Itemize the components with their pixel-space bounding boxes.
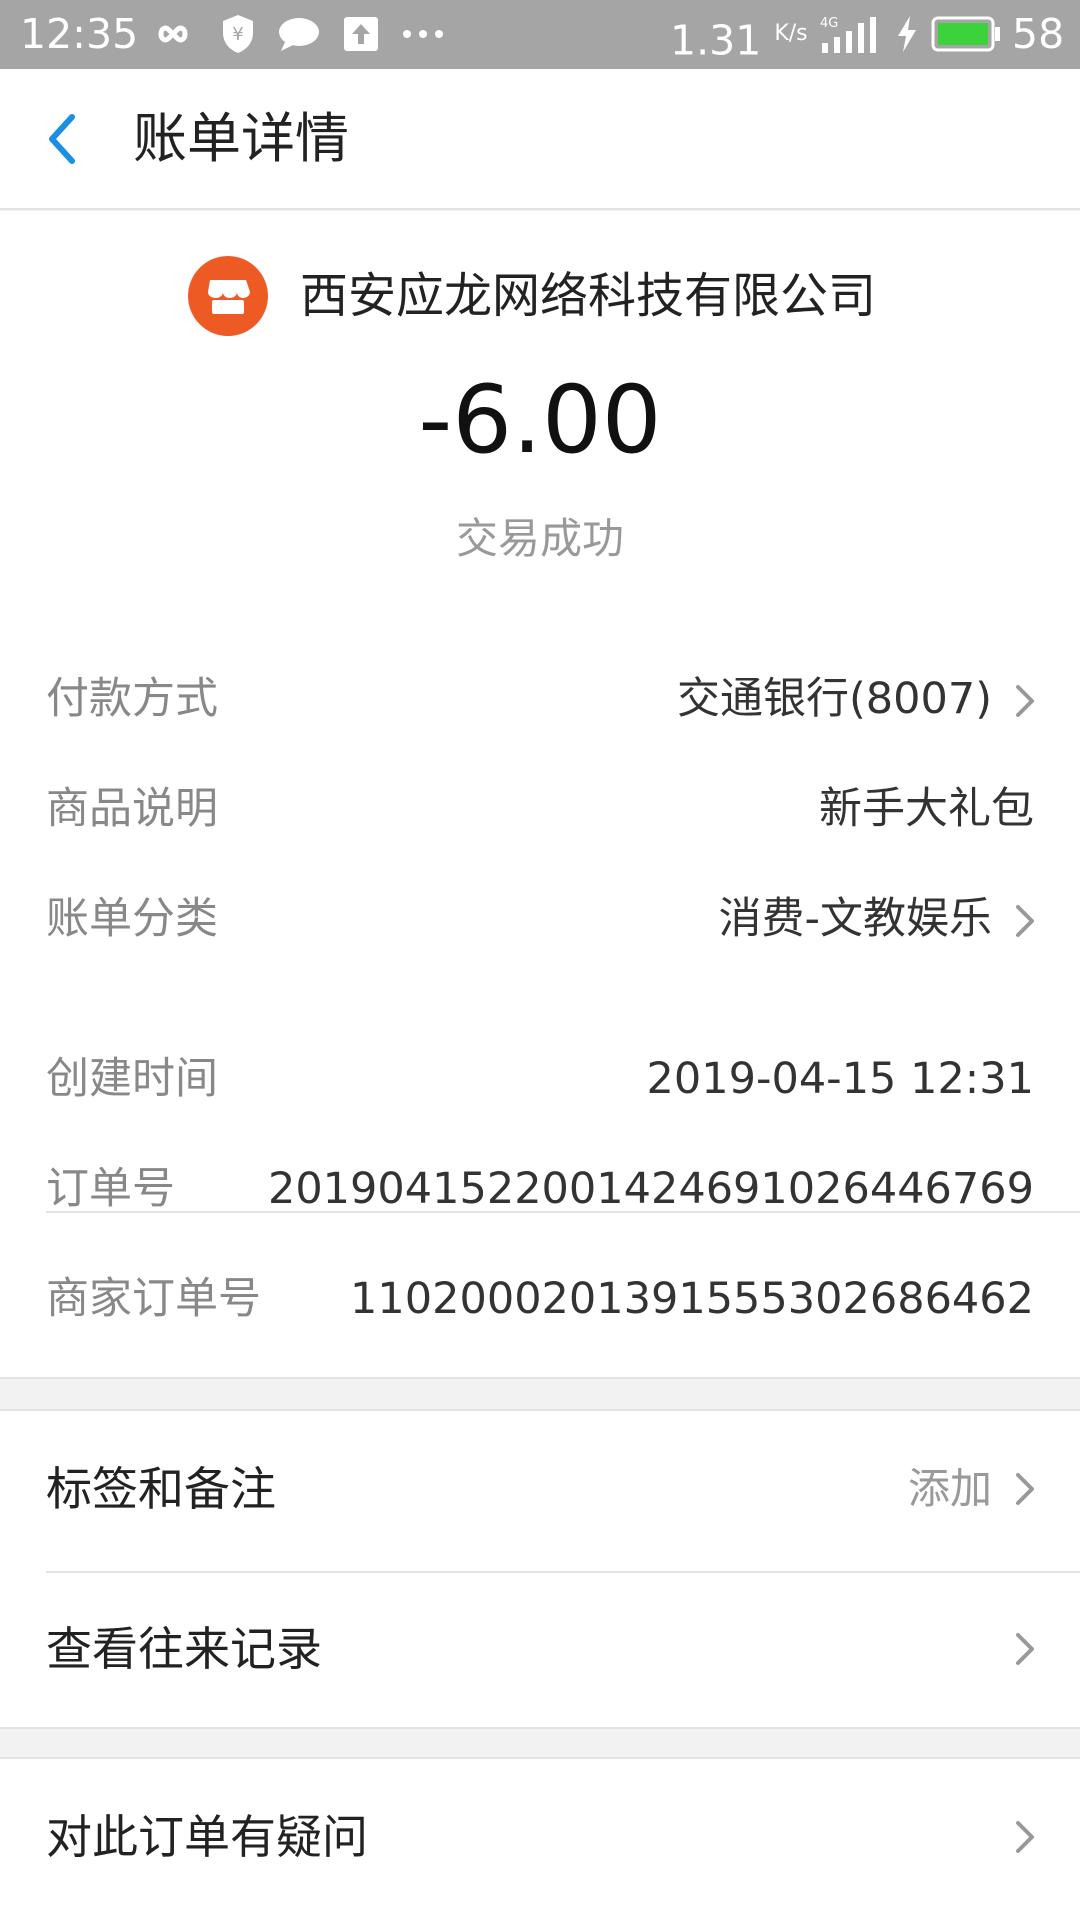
battery-level: 58 xyxy=(1012,10,1065,58)
infinity-icon xyxy=(148,11,198,57)
chevron-right-icon xyxy=(1016,1633,1034,1665)
amount: -6.00 xyxy=(418,366,662,475)
item-label: 对此订单有疑问 xyxy=(46,1810,368,1864)
order-question-item[interactable]: 对此订单有疑问 xyxy=(0,1759,1080,1917)
row-label: 商家订单号 xyxy=(46,1274,261,1324)
battery-icon xyxy=(930,11,1002,57)
row-label: 账单分类 xyxy=(46,894,218,944)
item-label: 查看往来记录 xyxy=(46,1622,322,1676)
row-label: 商品说明 xyxy=(46,784,218,834)
row-value: 2019041522001424691026446769 xyxy=(267,1164,1034,1214)
svg-text:¥: ¥ xyxy=(232,24,243,45)
signal-icon: 4G xyxy=(818,11,880,57)
back-button[interactable] xyxy=(38,109,88,169)
merchant-name: 西安应龙网络科技有限公司 xyxy=(300,268,877,324)
upload-icon xyxy=(342,11,380,57)
view-history-item[interactable]: 查看往来记录 xyxy=(0,1571,1080,1729)
svg-text:4G: 4G xyxy=(820,16,838,31)
app-header: 账单详情 xyxy=(0,69,1080,210)
merchant-row: 西安应龙网络科技有限公司 xyxy=(0,256,1080,336)
item-label: 标签和备注 xyxy=(46,1462,276,1516)
merchant-order-number-row: 商家订单号 1102000201391555302686462 xyxy=(0,1259,1080,1339)
bill-detail-card: 西安应龙网络科技有限公司 -6.00 交易成功 付款方式 交通银行(8007) … xyxy=(0,211,1080,1379)
chat-bubble-icon xyxy=(276,11,322,57)
charging-icon xyxy=(895,11,919,57)
row-value: 1102000201391555302686462 xyxy=(350,1274,1034,1324)
row-value: 交通银行(8007) xyxy=(677,674,992,724)
page-title: 账单详情 xyxy=(133,107,349,170)
product-description-row: 商品说明 新手大礼包 xyxy=(0,769,1080,849)
row-value: 新手大礼包 xyxy=(819,784,1034,834)
payment-method-row[interactable]: 付款方式 交通银行(8007) xyxy=(0,659,1080,739)
net-speed: 1.31 K/s xyxy=(670,16,808,65)
chevron-right-icon xyxy=(1016,1473,1034,1505)
created-time-row: 创建时间 2019-04-15 12:31 xyxy=(0,1039,1080,1119)
chevron-right-icon xyxy=(1016,1821,1034,1853)
actions-group: 标签和备注 添加 查看往来记录 xyxy=(0,1409,1080,1729)
row-label: 付款方式 xyxy=(46,674,218,724)
status-bar: 12:35 ¥ 1.31 K/s 4G 58 xyxy=(0,0,1080,69)
store-icon xyxy=(188,256,268,336)
transaction-status: 交易成功 xyxy=(455,514,624,563)
tags-and-notes-item[interactable]: 标签和备注 添加 xyxy=(0,1411,1080,1569)
chevron-right-icon xyxy=(1016,685,1034,717)
row-label: 创建时间 xyxy=(46,1054,218,1104)
chevron-left-icon xyxy=(49,114,75,164)
bill-category-row[interactable]: 账单分类 消费-文教娱乐 xyxy=(0,879,1080,959)
order-number-row: 订单号 2019041522001424691026446769 xyxy=(0,1149,1080,1229)
row-value: 消费-文教娱乐 xyxy=(718,894,992,944)
status-time: 12:35 xyxy=(20,10,139,58)
row-label: 订单号 xyxy=(46,1164,175,1214)
chevron-right-icon xyxy=(1016,905,1034,937)
question-group: 对此订单有疑问 xyxy=(0,1757,1080,1920)
add-hint: 添加 xyxy=(907,1464,992,1513)
row-value: 2019-04-15 12:31 xyxy=(646,1054,1034,1104)
more-dots-icon xyxy=(400,11,446,57)
shield-yen-icon: ¥ xyxy=(218,11,258,57)
